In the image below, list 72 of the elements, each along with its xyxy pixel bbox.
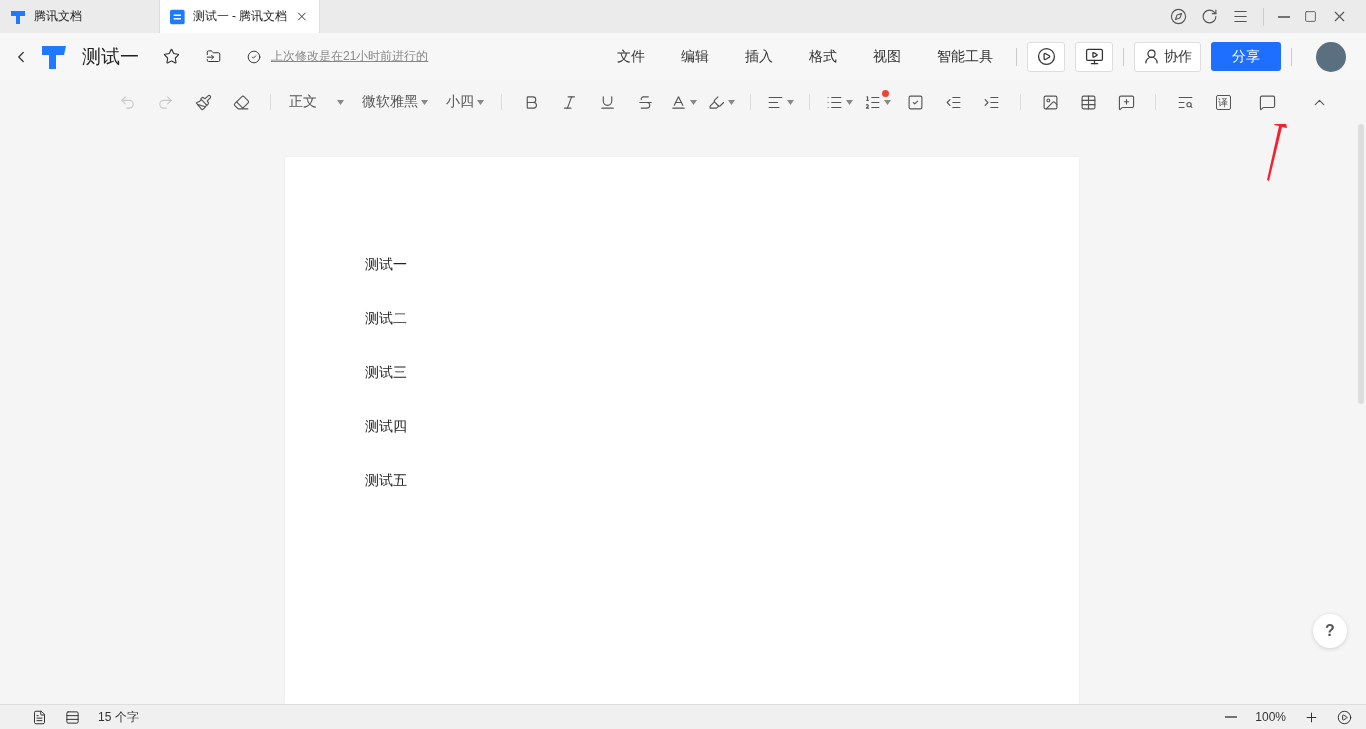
redo-icon	[156, 93, 174, 111]
document-paragraph: 测试三	[364, 363, 408, 381]
zoom-level: 100%	[1255, 710, 1286, 724]
table-icon	[1079, 93, 1097, 111]
menu-item[interactable]: 格式	[796, 47, 850, 66]
star-icon	[163, 48, 180, 65]
menu-item[interactable]: 插入	[732, 47, 786, 66]
menu-icon	[1232, 8, 1249, 25]
save-status-link[interactable]: 上次修改是在21小时前进行的	[271, 48, 429, 65]
document-icon	[170, 8, 185, 25]
notice-dot	[882, 90, 889, 97]
undo-icon	[118, 93, 136, 111]
underline-icon	[598, 93, 616, 111]
minimize-icon	[1278, 15, 1290, 18]
tab-title: 腾讯文档	[34, 8, 83, 25]
avatar[interactable]	[1316, 41, 1346, 72]
font-size-dropdown[interactable]: 小四	[439, 87, 491, 117]
menu-item[interactable]: 编辑	[668, 47, 722, 66]
maximize-icon	[1304, 10, 1317, 23]
document-paragraph: 测试四	[364, 417, 408, 435]
user-icon	[1143, 48, 1160, 65]
paragraph-style-dropdown[interactable]: 正文	[281, 87, 351, 117]
close-icon	[295, 9, 309, 24]
font-color-icon	[669, 93, 687, 111]
page-layout-icon	[65, 709, 80, 725]
menu-item[interactable]: 智能工具	[924, 47, 1006, 66]
caret-icon	[845, 99, 853, 105]
caret-icon	[477, 99, 484, 105]
highlighter-icon	[707, 93, 725, 111]
presentation-button[interactable]	[1075, 41, 1113, 72]
caret-icon	[883, 99, 891, 105]
menu-item[interactable]: 文件	[604, 47, 658, 66]
font-dropdown[interactable]: 微软雅黑	[351, 87, 439, 117]
tab-title: 测试一 - 腾讯文档	[192, 8, 288, 25]
caret-icon	[689, 99, 697, 105]
document-paragraph: 测试二	[364, 309, 408, 327]
caret-icon	[421, 99, 428, 105]
play-icon	[1337, 709, 1352, 725]
collaborate-button[interactable]: 协作	[1134, 41, 1201, 72]
help-button[interactable]: ?	[1313, 614, 1347, 648]
comment-plus-icon	[1117, 93, 1135, 111]
strikethrough-icon	[636, 93, 654, 111]
share-button[interactable]: 分享	[1211, 42, 1281, 71]
translate-button[interactable]: 译	[1204, 87, 1242, 117]
screen-play-icon	[1084, 47, 1104, 66]
menu-item[interactable]: 视图	[860, 47, 914, 66]
paintbrush-icon	[194, 93, 212, 111]
image-icon	[1041, 93, 1059, 111]
zoom-in-icon	[1304, 709, 1319, 725]
app-logo-icon	[10, 8, 26, 25]
numbered-list-icon	[863, 93, 881, 111]
annotation-arrow	[1264, 124, 1290, 182]
refresh-icon	[1201, 8, 1218, 25]
play-icon	[1036, 47, 1056, 66]
check-circle-icon	[247, 49, 261, 64]
word-count: 15 个字	[98, 708, 139, 726]
compass-icon	[1170, 8, 1187, 25]
move-to-folder-icon	[206, 49, 221, 64]
scrollbar[interactable]	[1358, 124, 1364, 404]
checkbox-icon	[906, 93, 924, 111]
comment-icon	[1258, 93, 1276, 111]
browser-tab[interactable]: 测试一 - 腾讯文档	[160, 0, 320, 33]
play-button[interactable]	[1027, 41, 1065, 72]
eraser-icon	[232, 93, 250, 111]
outline-icon	[32, 709, 47, 725]
caret-icon	[336, 99, 344, 105]
app-logo-icon	[40, 43, 68, 70]
document-paragraph: 测试五	[364, 471, 408, 489]
caret-icon	[786, 99, 794, 105]
document-title: 测试一	[82, 44, 139, 69]
document-paragraph: 测试一	[364, 255, 408, 273]
caret-icon	[727, 99, 735, 105]
